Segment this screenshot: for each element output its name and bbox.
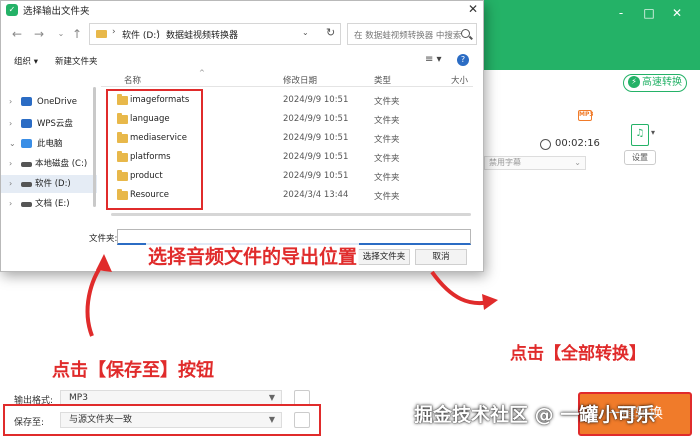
arrow-to-convert-all (430, 270, 491, 306)
watermark: 掘金技术社区 @ 一罐小可乐 (414, 404, 656, 426)
arrow-to-save-to (85, 260, 106, 337)
arrowhead-up-icon (96, 254, 112, 272)
annotation-arrows (85, 254, 498, 337)
arrowhead-right-icon (482, 294, 498, 310)
